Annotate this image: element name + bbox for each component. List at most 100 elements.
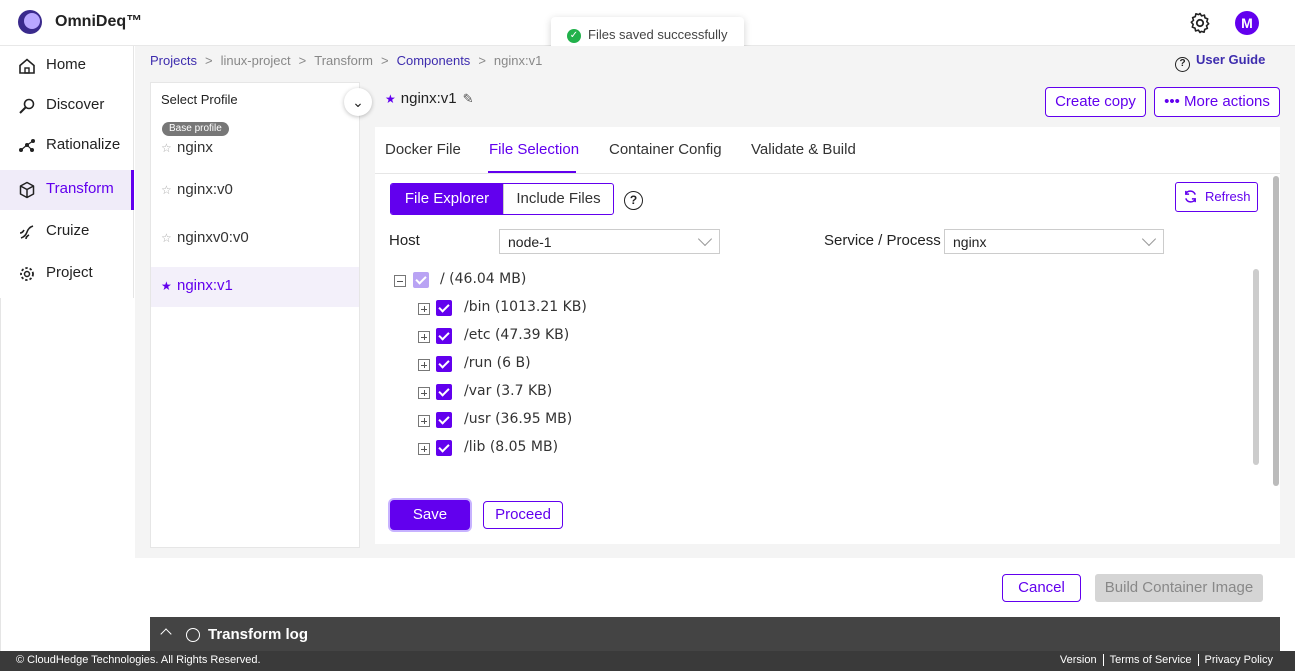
sidebar-item-discover[interactable]: Discover <box>0 86 134 126</box>
profile-item[interactable]: ☆ nginx <box>151 129 359 169</box>
node-checkbox[interactable] <box>436 440 452 456</box>
tree-node: /etc (47.39 KB) <box>418 327 618 347</box>
sidebar-item-transform[interactable]: Transform <box>0 170 134 210</box>
node-checkbox[interactable] <box>436 300 452 316</box>
expand-icon[interactable] <box>418 443 430 455</box>
node-checkbox[interactable] <box>436 412 452 428</box>
chevron-up-icon[interactable] <box>160 628 172 640</box>
more-actions-button[interactable]: ••• More actions <box>1154 87 1280 117</box>
proceed-button[interactable]: Proceed <box>483 501 563 529</box>
star-outline-icon[interactable]: ☆ <box>161 183 172 197</box>
node-checkbox[interactable] <box>436 356 452 372</box>
gear-icon <box>20 267 34 281</box>
cruize-icon <box>19 225 34 240</box>
save-button[interactable]: Save <box>390 500 470 530</box>
expand-icon[interactable] <box>418 415 430 427</box>
terms-link[interactable]: Terms of Service <box>1102 654 1198 666</box>
tree-node: /var (3.7 KB) <box>418 383 618 403</box>
version-link[interactable]: Version <box>1054 654 1103 666</box>
chevron-down-icon <box>1141 231 1157 247</box>
star-filled-icon[interactable]: ★ <box>161 279 172 293</box>
tab-file-selection[interactable]: File Selection <box>489 141 579 158</box>
sidebar-item-project[interactable]: Project <box>0 254 134 294</box>
node-checkbox[interactable] <box>436 384 452 400</box>
profile-name: nginxv0:v0 <box>177 229 249 246</box>
user-avatar[interactable]: M <box>1235 11 1259 35</box>
transform-log-label: Transform log <box>208 626 309 643</box>
star-outline-icon[interactable]: ☆ <box>161 141 172 155</box>
view-toggle: File Explorer Include Files <box>390 183 614 215</box>
tree-node-label: /run (6 B) <box>464 355 531 371</box>
include-files-toggle[interactable]: Include Files <box>503 184 613 214</box>
profile-item[interactable]: ☆ nginxv0:v0 <box>151 219 359 259</box>
edit-pencil-icon[interactable]: ✎ <box>463 91 474 107</box>
user-guide-link[interactable]: ? User Guide <box>1175 52 1265 72</box>
breadcrumb-components[interactable]: Components <box>397 53 471 68</box>
help-icon: ? <box>1175 57 1190 72</box>
profile-name: nginx:v0 <box>177 181 233 198</box>
cancel-button[interactable]: Cancel <box>1002 574 1081 602</box>
tree-root: / (46.04 MB) <box>394 271 594 291</box>
cube-icon <box>19 181 35 199</box>
user-guide-label: User Guide <box>1196 52 1266 67</box>
expand-icon[interactable] <box>418 303 430 315</box>
service-select[interactable]: nginx <box>944 229 1164 254</box>
component-name: nginx:v1 <box>400 90 457 107</box>
footer-links: Version Terms of Service Privacy Policy <box>1054 654 1279 666</box>
node-checkbox[interactable] <box>436 328 452 344</box>
tree-scrollbar[interactable] <box>1253 269 1259 465</box>
component-title: ★ nginx:v1 ✎ <box>385 90 474 107</box>
create-copy-button[interactable]: Create copy <box>1045 87 1146 117</box>
rationalize-icon <box>19 139 35 152</box>
tab-container-config[interactable]: Container Config <box>609 141 722 158</box>
build-container-image-button[interactable]: Build Container Image <box>1095 574 1263 602</box>
tree-node: /usr (36.95 MB) <box>418 411 618 431</box>
file-selection-card: Docker File File Selection Container Con… <box>375 127 1280 544</box>
profile-panel: Select Profile ⌄ Base profile ☆ nginx ☆ … <box>150 82 372 548</box>
transform-log-bar[interactable]: Transform log <box>150 617 1280 651</box>
expand-icon[interactable] <box>418 331 430 343</box>
tab-docker-file[interactable]: Docker File <box>385 141 461 158</box>
star-filled-icon: ★ <box>385 92 396 106</box>
file-explorer-toggle[interactable]: File Explorer <box>391 184 503 214</box>
sidebar-item-rationalize[interactable]: Rationalize <box>0 126 134 166</box>
expand-icon[interactable] <box>418 359 430 371</box>
breadcrumb-transform: Transform <box>314 53 373 68</box>
collapse-icon[interactable] <box>394 275 406 287</box>
tab-divider <box>375 173 1280 174</box>
privacy-link[interactable]: Privacy Policy <box>1197 654 1279 666</box>
service-label: Service / Process <box>824 232 941 249</box>
sidebar-item-home[interactable]: Home <box>0 46 134 86</box>
tree-node-label: / (46.04 MB) <box>440 271 527 287</box>
host-select[interactable]: node-1 <box>499 229 720 254</box>
help-icon[interactable]: ? <box>624 191 643 210</box>
sidebar-item-label: Rationalize <box>46 136 121 153</box>
breadcrumb-separator: > <box>204 53 213 68</box>
sidebar-item-label: Discover <box>46 96 105 113</box>
chevron-down-icon[interactable]: ⌄ <box>344 88 372 116</box>
select-profile-dropdown[interactable]: Select Profile ⌄ <box>151 83 372 119</box>
breadcrumb-projects[interactable]: Projects <box>150 53 197 68</box>
settings-gear-icon[interactable] <box>1188 11 1212 35</box>
breadcrumb-separator: > <box>298 53 307 68</box>
sidebar: Home Discover Rationalize Transform Crui… <box>0 46 134 298</box>
expand-icon[interactable] <box>418 387 430 399</box>
card-scrollbar[interactable] <box>1273 176 1279 486</box>
refresh-label: Refresh <box>1205 189 1251 204</box>
sidebar-item-label: Project <box>46 264 93 281</box>
sidebar-item-cruize[interactable]: Cruize <box>0 212 134 252</box>
host-value: node-1 <box>508 234 552 250</box>
partial-checkbox[interactable] <box>413 272 429 288</box>
profile-item[interactable]: ☆ nginx:v0 <box>151 171 359 211</box>
tab-validate-build[interactable]: Validate & Build <box>751 141 856 158</box>
star-outline-icon[interactable]: ☆ <box>161 231 172 245</box>
omnideq-logo[interactable] <box>18 10 42 34</box>
breadcrumb-current: nginx:v1 <box>493 53 543 68</box>
tree-node-label: /lib (8.05 MB) <box>464 439 559 455</box>
refresh-button[interactable]: Refresh <box>1175 182 1258 212</box>
breadcrumb: Projects > linux-project > Transform > Compone… <box>150 53 542 68</box>
tree-node-label: /usr (36.95 MB) <box>464 411 573 427</box>
profile-item-active[interactable]: ★ nginx:v1 <box>151 267 359 307</box>
breadcrumb-separator: > <box>381 53 389 68</box>
check-circle-icon: ✓ <box>567 29 581 43</box>
